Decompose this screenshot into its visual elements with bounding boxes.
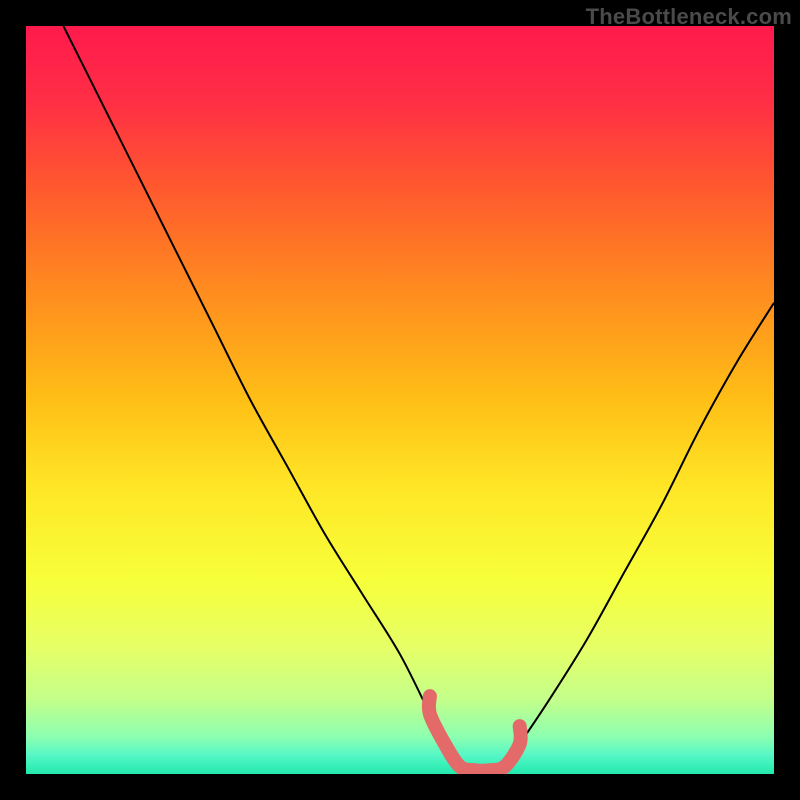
chart-canvas: TheBottleneck.com [0, 0, 800, 800]
bottleneck-chart [26, 26, 774, 774]
plot-area [26, 26, 774, 774]
watermark-text: TheBottleneck.com [586, 4, 792, 30]
heat-gradient-background [26, 26, 774, 774]
